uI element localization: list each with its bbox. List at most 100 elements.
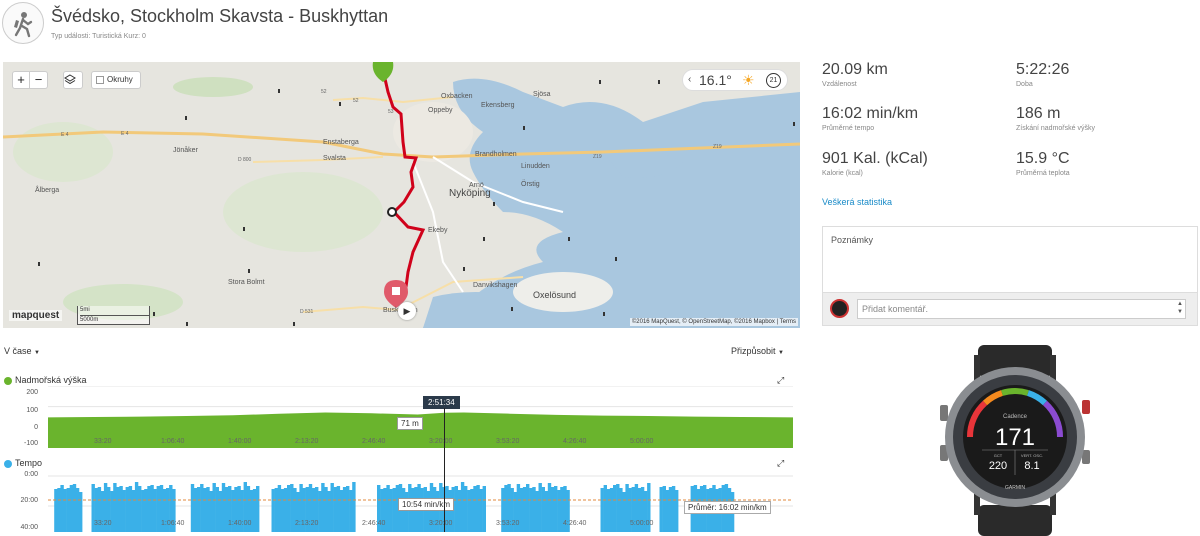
pace-bar xyxy=(482,486,486,532)
chart-cursor-line xyxy=(444,408,445,532)
pace-bar xyxy=(386,485,390,532)
pace-bar xyxy=(333,487,337,532)
pace-bar xyxy=(141,490,145,532)
pace-bar xyxy=(150,485,154,532)
x-tick: 1:06:40 xyxy=(161,520,185,527)
y-tick: 200 xyxy=(26,389,38,396)
elevation-value-tooltip: 71 m xyxy=(397,417,423,430)
layers-icon xyxy=(64,74,76,85)
pace-bar xyxy=(330,483,334,532)
watch-main-value: 171 xyxy=(995,424,1035,451)
zoom-in-button[interactable]: + xyxy=(12,71,30,89)
pace-bar xyxy=(144,489,148,532)
map-attribution[interactable]: ©2016 MapQuest, © OpenStreetMap, ©2016 M… xyxy=(629,318,798,326)
route-line xyxy=(381,69,426,301)
x-tick: 1:40:00 xyxy=(228,520,252,527)
x-tick: 5:00:00 xyxy=(630,520,654,527)
pace-bar xyxy=(57,488,61,532)
play-button[interactable]: ▶ xyxy=(398,302,416,320)
mapquest-logo: mapquest xyxy=(9,310,63,321)
pace-bar xyxy=(625,484,629,532)
stat-time-value: 5:22:26 xyxy=(1016,61,1070,78)
x-tick: 2:13:20 xyxy=(295,520,319,527)
pace-bar xyxy=(675,490,679,532)
pace-bar xyxy=(274,488,278,532)
layers-button[interactable] xyxy=(63,71,83,89)
okruhy-toggle[interactable]: Okruhy xyxy=(91,71,141,89)
pace-bar xyxy=(616,484,620,532)
pace-bar xyxy=(271,489,275,532)
pace-bar xyxy=(519,488,524,532)
chevron-left-icon[interactable]: ‹ xyxy=(688,70,691,90)
okruhy-checkbox[interactable] xyxy=(96,75,104,84)
pace-bar xyxy=(464,486,468,532)
watch-right-label: VERT. OSC. xyxy=(1021,453,1043,458)
comment-input[interactable]: Přidat komentář. xyxy=(857,299,1186,319)
pace-bar xyxy=(138,486,142,532)
map-place-label: Oppeby xyxy=(428,107,453,114)
zoom-out-button[interactable]: − xyxy=(30,71,48,89)
x-axis-mode-dropdown[interactable]: V čase ▼ xyxy=(4,346,40,356)
elevation-legend[interactable]: Nadmořská výška xyxy=(4,375,87,385)
stat-distance-label: Vzdálenost xyxy=(822,81,857,88)
pace-bar xyxy=(538,483,542,532)
pace-bar xyxy=(193,488,198,532)
map-place-label: Nyköping xyxy=(449,188,491,199)
pace-bar xyxy=(467,490,471,532)
pace-bar xyxy=(529,488,533,532)
pace-bar xyxy=(116,487,120,532)
watch-right-value: 8.1 xyxy=(1024,460,1039,472)
temperature-value: 16.1° xyxy=(699,72,732,88)
map-road-label: 52 xyxy=(321,89,327,95)
pace-bar xyxy=(190,484,195,532)
watch-screen-title: Cadence xyxy=(1003,414,1028,420)
expand-icon[interactable]: ⤢ xyxy=(777,458,784,469)
pace-bar xyxy=(212,483,216,532)
pace-bar xyxy=(470,489,474,532)
route-position-marker xyxy=(387,207,397,217)
map-place-label: Ekensberg xyxy=(481,102,515,109)
pace-bar xyxy=(603,485,607,532)
expand-icon[interactable]: ⤢ xyxy=(777,375,784,386)
y-tick: 0 xyxy=(34,424,38,431)
customize-dropdown[interactable]: Přizpůsobit ▼ xyxy=(731,346,784,356)
x-tick: 3:20:00 xyxy=(429,520,453,527)
pace-bar xyxy=(668,487,673,532)
stat-pace-label: Průměrné tempo xyxy=(822,125,875,132)
pace-legend[interactable]: Tempo xyxy=(4,458,42,468)
map-scale: 5mi 5000m xyxy=(77,306,150,325)
pace-bar xyxy=(134,482,139,532)
x-tick: 4:26:40 xyxy=(563,520,587,527)
pace-bar xyxy=(547,483,552,532)
pace-bar xyxy=(119,486,123,532)
notes-label: Poznámky xyxy=(831,235,874,245)
pace-bar xyxy=(318,491,322,532)
pace-bar xyxy=(671,486,676,532)
pace-bar xyxy=(557,490,561,532)
cursor-time-tooltip: 2:51:34 xyxy=(423,396,460,409)
pace-bar xyxy=(476,485,480,532)
legend-dot xyxy=(4,376,12,385)
pace-bar xyxy=(544,491,549,532)
pace-bar xyxy=(327,491,331,532)
map-road-label: E 4 xyxy=(121,131,129,137)
x-tick: 3:53:20 xyxy=(496,438,520,445)
stat-elevation-gain-value: 186 m xyxy=(1016,105,1061,122)
pace-bar xyxy=(336,486,341,532)
pace-bar xyxy=(321,483,325,532)
x-tick: 33:20 xyxy=(94,438,112,445)
legend-dot xyxy=(4,459,12,468)
route-map[interactable]: Oppeby Nyköping Enstaberga Svalsta Jönåk… xyxy=(3,62,800,328)
x-tick: 33:20 xyxy=(94,520,112,527)
pace-bar xyxy=(659,487,663,532)
x-tick: 3:20:00 xyxy=(429,438,453,445)
weather-widget[interactable]: ‹ 16.1° ☀ 21 xyxy=(682,69,788,91)
pace-bar xyxy=(283,488,288,532)
pace-bar xyxy=(153,489,157,532)
pace-bar xyxy=(342,487,347,532)
pace-bar xyxy=(460,482,465,532)
x-tick: 2:13:20 xyxy=(295,438,319,445)
all-stats-link[interactable]: Veškerá statistika xyxy=(822,197,892,207)
comment-resize-icon[interactable]: ▲ ▼ xyxy=(1177,300,1183,316)
pace-bar xyxy=(125,487,129,532)
